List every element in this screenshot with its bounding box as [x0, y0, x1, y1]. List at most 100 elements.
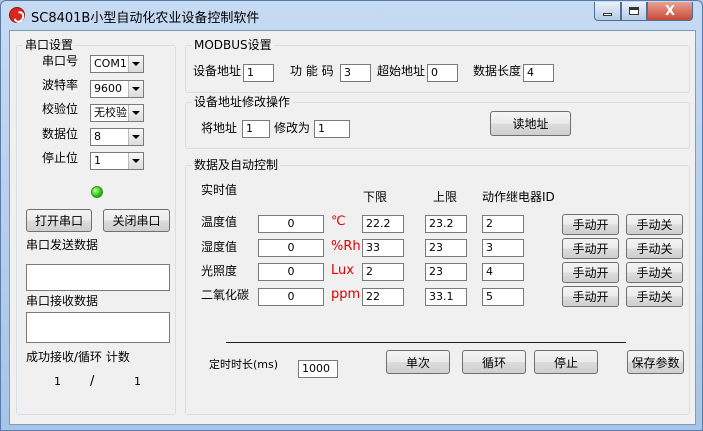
co2-relay-field[interactable]: 5: [482, 288, 524, 306]
from-addr-field[interactable]: 1: [242, 120, 270, 138]
maximize-button[interactable]: [621, 2, 647, 21]
temperature-on-button[interactable]: 手动开: [562, 214, 619, 235]
humidity-lower-field[interactable]: 33: [362, 239, 404, 257]
chevron-down-icon[interactable]: [128, 105, 143, 121]
close-port-button[interactable]: 关闭串口: [103, 209, 170, 232]
co2-on-button[interactable]: 手动开: [562, 286, 619, 307]
row-name-humidity: 湿度值: [201, 240, 238, 254]
header-lower: 下限: [363, 190, 388, 204]
timer-field[interactable]: 1000: [298, 360, 338, 378]
start-addr-label: 超始地址: [377, 64, 426, 78]
device-addr-label: 设备地址: [193, 64, 242, 78]
temperature-upper-field[interactable]: 23.2: [425, 215, 467, 233]
humidity-on-button[interactable]: 手动开: [562, 238, 619, 259]
app-logo-icon: [9, 7, 25, 23]
func-code-field[interactable]: 3: [340, 64, 371, 82]
stopbits-label: 停止位: [42, 151, 79, 165]
light-off-button[interactable]: 手动关: [626, 262, 683, 283]
row-name-light: 光照度: [201, 264, 238, 278]
header-relay: 动作继电器ID: [482, 190, 555, 204]
temperature-relay-field[interactable]: 2: [482, 215, 524, 233]
maximize-icon: [629, 7, 639, 15]
stopbits-select-value: 1: [94, 154, 101, 167]
row-name-temperature: 温度值: [201, 215, 238, 229]
to-addr-field[interactable]: 1: [314, 120, 350, 138]
baud-select[interactable]: 9600: [90, 80, 144, 98]
databits-select-value: 8: [94, 130, 101, 143]
light-relay-field[interactable]: 4: [482, 263, 524, 281]
temperature-lower-field[interactable]: 22.2: [362, 215, 404, 233]
window-title: SC8401B小型自动化农业设备控制软件: [31, 11, 260, 26]
from-addr-label: 将地址: [201, 121, 238, 135]
databits-select[interactable]: 8: [90, 128, 144, 146]
light-upper-field[interactable]: 23: [425, 263, 467, 281]
serial-group-title: 串口设置: [23, 38, 76, 52]
databits-label: 数据位: [42, 127, 79, 141]
client-area: 串口设置 串口号 COM1 波特率 9600 校验位 无校验 数据位 8 停止位…: [9, 30, 696, 425]
chevron-down-icon[interactable]: [128, 153, 143, 169]
header-realtime: 实时值: [201, 183, 238, 197]
co2-off-button[interactable]: 手动关: [626, 286, 683, 307]
humidity-unit: %Rh: [331, 239, 361, 254]
to-addr-label: 修改为: [274, 121, 311, 135]
baud-label: 波特率: [42, 78, 79, 92]
success-count: 1: [54, 375, 61, 388]
func-code-label: 功 能 码: [290, 64, 334, 78]
port-select-value: COM1: [94, 57, 127, 70]
send-data-field[interactable]: [26, 264, 170, 291]
loop-count: 1: [134, 375, 141, 388]
loop-run-button[interactable]: 循环: [462, 350, 526, 374]
send-data-label: 串口发送数据: [26, 238, 99, 252]
stats-label: 成功接收/循环 计数: [26, 350, 130, 364]
stopbits-select[interactable]: 1: [90, 152, 144, 170]
co2-lower-field[interactable]: 22: [362, 288, 404, 306]
modbus-group-title: MODBUS设置: [192, 38, 274, 52]
separator-line: [226, 342, 626, 343]
co2-value-field[interactable]: 0: [258, 288, 324, 306]
device-addr-field[interactable]: 1: [243, 64, 274, 82]
status-led-icon: [91, 186, 103, 198]
temperature-unit: ℃: [331, 214, 346, 229]
co2-unit: ppm: [331, 287, 361, 302]
minimize-button[interactable]: [594, 2, 621, 21]
port-label: 串口号: [42, 54, 79, 68]
minimize-icon: [603, 12, 612, 16]
recv-data-label: 串口接收数据: [26, 294, 99, 308]
chevron-down-icon[interactable]: [128, 129, 143, 145]
light-unit: Lux: [331, 263, 354, 278]
close-button[interactable]: X: [647, 2, 693, 21]
humidity-relay-field[interactable]: 3: [482, 239, 524, 257]
temperature-off-button[interactable]: 手动关: [626, 214, 683, 235]
parity-select-value: 无校验: [94, 106, 127, 119]
co2-upper-field[interactable]: 33.1: [425, 288, 467, 306]
light-value-field[interactable]: 0: [258, 263, 324, 281]
port-select[interactable]: COM1: [90, 55, 144, 73]
chevron-down-icon[interactable]: [128, 56, 143, 72]
baud-select-value: 9600: [94, 82, 122, 95]
count-separator: /: [90, 374, 95, 389]
data-control-group-title: 数据及自动控制: [192, 158, 281, 172]
light-lower-field[interactable]: 2: [362, 263, 404, 281]
title-bar[interactable]: SC8401B小型自动化农业设备控制软件 X: [1, 1, 702, 29]
header-upper: 上限: [433, 190, 458, 204]
data-len-label: 数据长度: [473, 64, 522, 78]
temperature-value-field[interactable]: 0: [258, 215, 324, 233]
read-addr-button[interactable]: 读地址: [490, 111, 571, 136]
row-name-co2: 二氧化碳: [201, 288, 250, 302]
single-run-button[interactable]: 单次: [386, 350, 450, 374]
recv-data-field[interactable]: [26, 312, 170, 343]
open-port-button[interactable]: 打开串口: [26, 209, 92, 232]
humidity-value-field[interactable]: 0: [258, 239, 324, 257]
chevron-down-icon[interactable]: [128, 81, 143, 97]
stop-button[interactable]: 停止: [534, 350, 598, 374]
parity-select[interactable]: 无校验: [90, 104, 144, 122]
parity-label: 校验位: [42, 102, 79, 116]
save-params-button[interactable]: 保存参数: [627, 350, 684, 374]
addr-change-group-title: 设备地址修改操作: [192, 95, 293, 109]
data-len-field[interactable]: 4: [523, 64, 554, 82]
app-window: SC8401B小型自动化农业设备控制软件 X 串口设置 串口号 COM1 波特率…: [0, 0, 703, 431]
start-addr-field[interactable]: 0: [427, 64, 458, 82]
humidity-off-button[interactable]: 手动关: [626, 238, 683, 259]
humidity-upper-field[interactable]: 23: [425, 239, 467, 257]
light-on-button[interactable]: 手动开: [562, 262, 619, 283]
